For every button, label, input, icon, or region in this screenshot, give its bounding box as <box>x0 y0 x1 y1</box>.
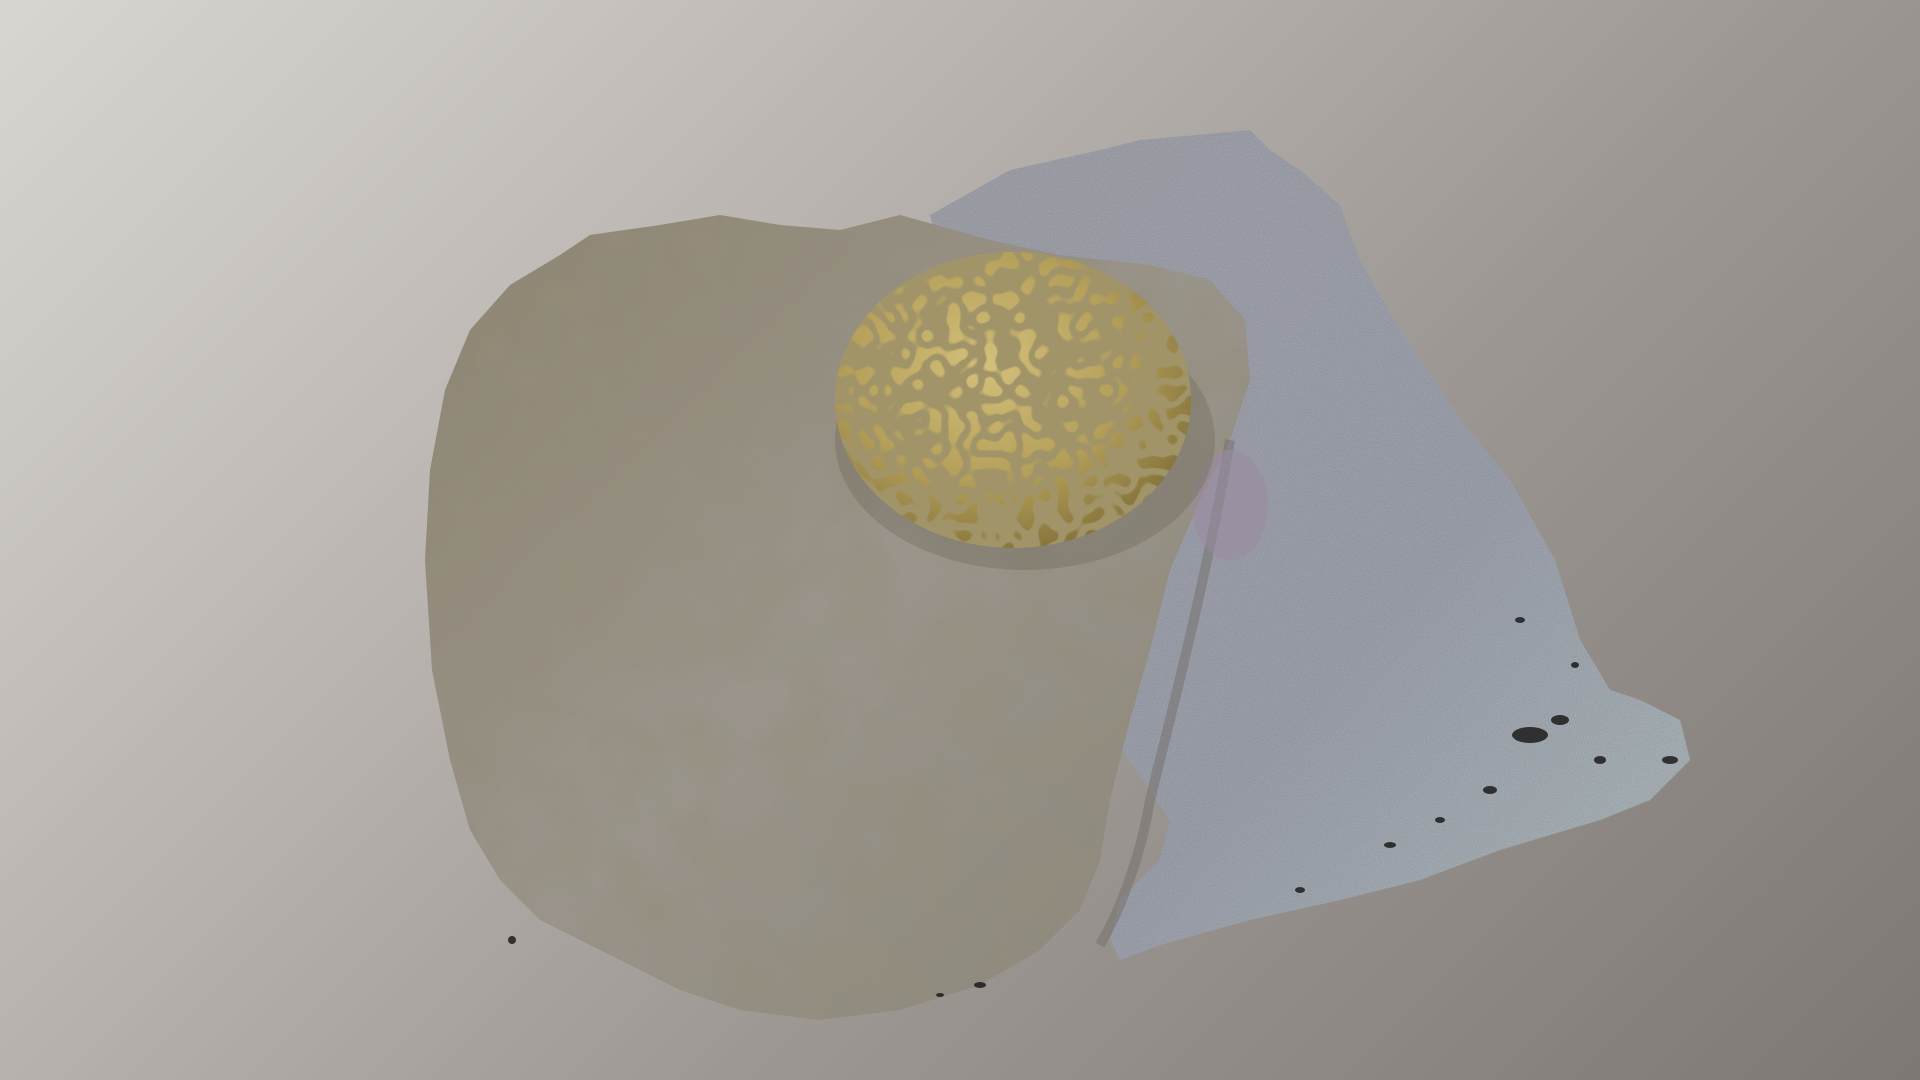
brain-coral-dome <box>835 252 1191 548</box>
coral-3d-model <box>425 130 1690 1020</box>
model-viewport[interactable] <box>0 0 1920 1080</box>
